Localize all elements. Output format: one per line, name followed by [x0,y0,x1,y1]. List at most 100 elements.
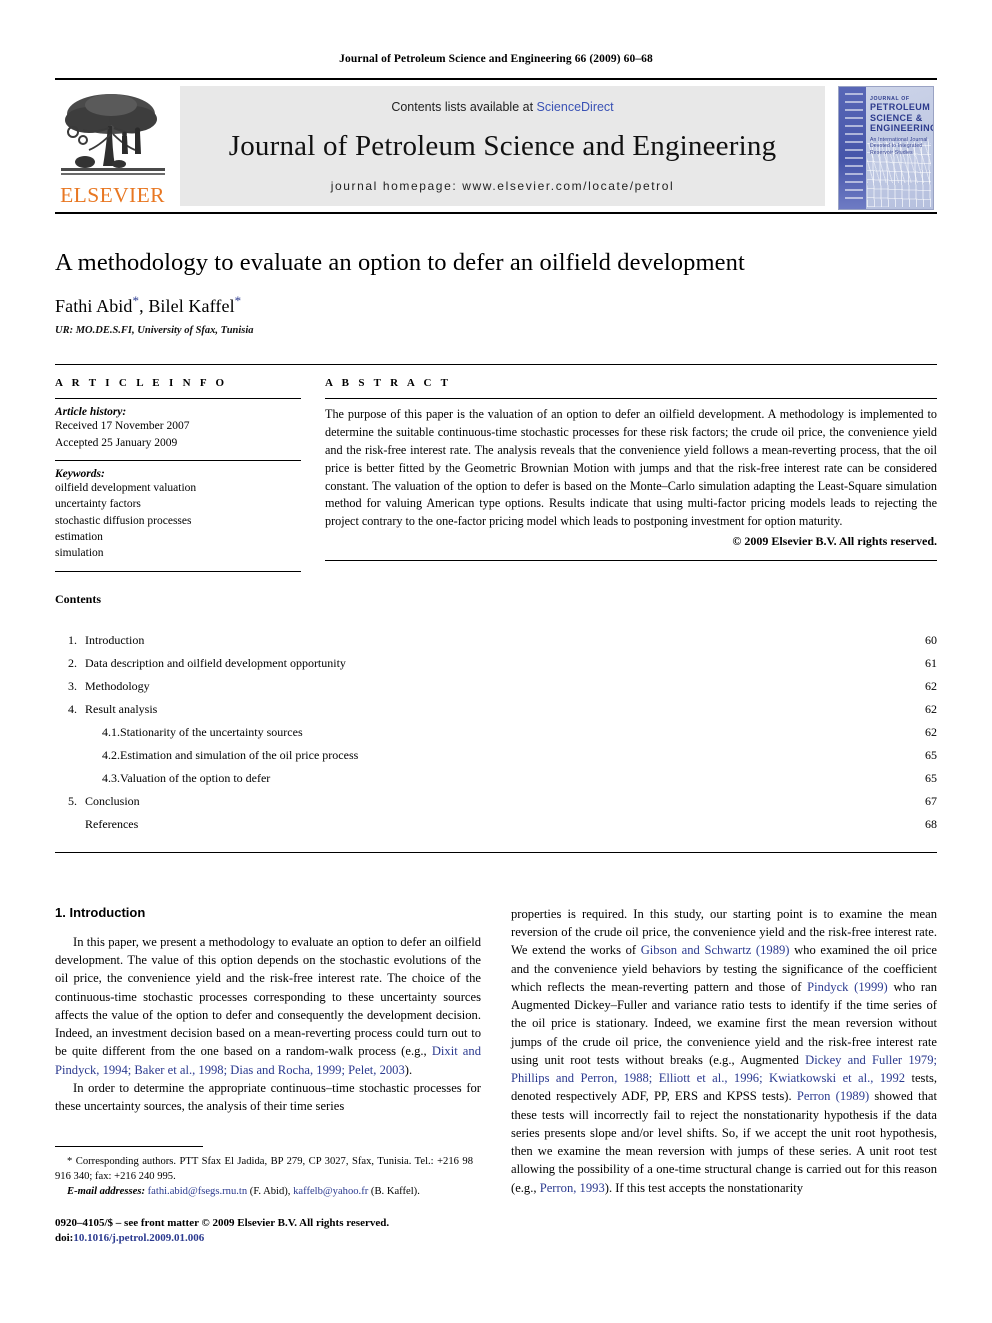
journal-homepage-link[interactable]: journal homepage: www.elsevier.com/locat… [331,179,675,193]
elsevier-wordmark: ELSEVIER [60,183,165,207]
toc-entry[interactable]: 5. Conclusion 67 [55,790,937,813]
citation-link[interactable]: Gibson and Schwartz (1989) [641,943,790,957]
article-accepted-date: Accepted 25 January 2009 [55,436,178,449]
citation-link[interactable]: Perron (1989) [797,1089,869,1103]
corresponding-author-text: Corresponding authors. PTT Sfax El Jadid… [55,1156,474,1183]
article-info-column: A R T I C L E I N F O Article history: R… [55,377,325,578]
running-head: Journal of Petroleum Science and Enginee… [339,53,653,65]
toc-number: 1. [68,632,77,647]
footnote-marker: * [67,1156,73,1167]
toc-number: 3. [68,678,77,693]
toc-page-number: 62 [925,724,937,739]
table-of-contents: Contents 1. Introduction 60 2. Data desc… [55,592,937,853]
toc-page-number: 65 [925,747,937,762]
toc-number: 4. [68,701,77,716]
issn-copyright-line: 0920–4105/$ – see front matter © 2009 El… [55,1217,390,1230]
doi-link[interactable]: 10.1016/j.petrol.2009.01.006 [73,1232,204,1244]
toc-label: Conclusion [85,793,140,808]
cover-line-2: PETROLEUM [870,102,931,113]
toc-leader-dots [351,655,921,667]
toc-label: Data description and oilfield developmen… [85,655,346,670]
email-owner-2: (B. Kaffel). [370,1186,420,1198]
toc-number: 4.3. [102,770,120,785]
keyword-item: uncertainty factors [55,498,141,511]
toc-entry[interactable]: 4.3. Valuation of the option to defer 65 [55,767,937,790]
paper-page: Journal of Petroleum Science and Enginee… [0,0,992,1323]
masthead-center: Contents lists available at ScienceDirec… [180,86,825,206]
article-info-rule-mid [55,460,301,462]
contents-heading: Contents [55,591,102,606]
toc-leader-dots [363,747,921,759]
toc-label: Valuation of the option to defer [120,770,271,785]
author-list: Fathi Abid*, Bilel Kaffel* [55,293,242,317]
article-history-label: Article history: [55,406,127,419]
cover-line-5: An International Journal Devoted to Inte… [870,136,928,156]
toc-page-number: 67 [925,793,937,808]
body-paragraph: In this paper, we present a methodology … [55,933,481,1079]
footnote-block: * Corresponding authors. PTT Sfax El Jad… [55,1146,473,1246]
toc-list: 1. Introduction 60 2. Data description a… [55,629,937,836]
article-info-heading: A R T I C L E I N F O [55,377,228,390]
email-link-2[interactable]: kaffelb@yahoo.fr [293,1186,368,1197]
abstract-column: A B S T R A C T The purpose of this pape… [325,377,937,578]
paragraph-text: In this paper, we present a methodology … [55,934,481,1059]
section-heading-introduction: 1. Introduction [55,904,146,920]
toc-page-number: 62 [925,678,937,693]
toc-page-number: 61 [925,655,937,670]
toc-entry[interactable]: 4.2. Estimation and simulation of the oi… [55,744,937,767]
toc-number: 4.2. [102,747,120,762]
abstract-rule-top [325,398,937,400]
toc-leader-dots [149,632,921,644]
journal-cover-thumbnail: JOURNAL OF PETROLEUM SCIENCE & ENGINEERI… [835,86,937,210]
corresponding-marker-2[interactable]: * [235,293,242,308]
footnote-rule [55,1146,203,1147]
title-block: A methodology to evaluate an option to d… [55,248,937,336]
cover-line-3: SCIENCE & [870,112,923,123]
toc-leader-dots [143,816,921,828]
toc-number: 5. [68,793,77,808]
email-link-1[interactable]: fathi.abid@fsegs.rnu.tn [148,1186,248,1197]
corresponding-marker-1[interactable]: * [133,293,140,308]
citation-link[interactable]: Perron, 1993 [540,1181,605,1195]
corresponding-author-note: * Corresponding authors. PTT Sfax El Jad… [55,1154,473,1184]
author-name-1: Fathi Abid [55,296,133,317]
email-addresses-note: E-mail addresses: fathi.abid@fsegs.rnu.t… [55,1184,473,1199]
toc-entry[interactable]: References 68 [55,813,937,836]
toc-entry[interactable]: 2. Data description and oilfield develop… [55,652,937,675]
elsevier-tree-icon [59,88,167,184]
article-received-date: Received 17 November 2007 [55,420,190,433]
toc-leader-dots [155,678,921,690]
author-name-2: Bilel Kaffel [148,296,235,317]
abstract-rule-bottom [325,560,937,562]
toc-leader-dots [275,770,921,782]
toc-entry[interactable]: 4. Result analysis 62 [55,698,937,721]
toc-entry[interactable]: 3. Methodology 62 [55,675,937,698]
toc-leader-dots [162,701,921,713]
elsevier-logo: ELSEVIER [55,86,170,206]
toc-label: Stationarity of the uncertainty sources [120,724,303,739]
doi-label: doi: [55,1232,74,1245]
keyword-item: simulation [55,547,104,560]
abstract-text: The purpose of this paper is the valuati… [325,407,937,529]
body-paragraph: properties is required. In this study, o… [511,905,937,1197]
email-owner-1: (F. Abid), [249,1186,291,1198]
toc-entry[interactable]: 1. Introduction 60 [55,629,937,652]
author-affiliation: UR: MO.DE.S.FI, University of Sfax, Tuni… [55,325,254,337]
email-label: E-mail addresses: [67,1186,145,1198]
toc-label: Estimation and simulation of the oil pri… [120,747,359,762]
cover-title-text: JOURNAL OF PETROLEUM SCIENCE & ENGINEERI… [870,96,933,156]
doi-line: doi:10.1016/j.petrol.2009.01.006 [55,1231,473,1246]
journal-title: Journal of Petroleum Science and Enginee… [228,129,777,162]
cover-image: JOURNAL OF PETROLEUM SCIENCE & ENGINEERI… [838,86,934,210]
sciencedirect-link[interactable]: ScienceDirect [537,100,614,114]
toc-page-number: 60 [925,632,937,647]
journal-masthead: ELSEVIER Contents lists available at Sci… [55,78,937,214]
article-info-rule-bottom [55,570,301,572]
toc-label: Methodology [85,678,150,693]
toc-entry[interactable]: 4.1. Stationarity of the uncertainty sou… [55,721,937,744]
citation-link[interactable]: Pindyck (1999) [807,980,888,994]
abstract-copyright: © 2009 Elsevier B.V. All rights reserved… [732,534,937,549]
keyword-item: estimation [55,531,103,544]
toc-leader-dots [308,724,921,736]
toc-page-number: 62 [925,701,937,716]
